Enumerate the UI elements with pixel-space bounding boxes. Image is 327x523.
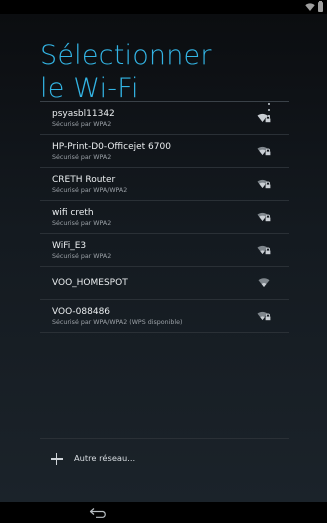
plus-icon xyxy=(51,453,63,465)
wifi-locked-icon xyxy=(257,146,271,156)
network-security: Sécurisé par WPA2 xyxy=(52,154,112,161)
battery-icon xyxy=(318,1,323,12)
network-security: Sécurisé par WPA/WPA2 xyxy=(52,187,128,194)
network-row-voo-homespot[interactable]: VOO_HOMESPOT xyxy=(40,267,289,300)
navigation-bar xyxy=(0,502,327,523)
network-security: Sécurisé par WPA2 xyxy=(52,220,112,227)
add-network-button[interactable]: Autre réseau... xyxy=(40,444,220,474)
page-title: Sélectionner le Wi-Fi xyxy=(40,39,212,105)
wifi-status-icon xyxy=(305,3,315,12)
title-line-1: Sélectionner xyxy=(40,40,212,71)
wifi-open-icon xyxy=(258,278,270,287)
network-ssid: VOO_HOMESPOT xyxy=(52,278,128,288)
network-ssid: VOO-088486 xyxy=(52,307,111,317)
status-bar xyxy=(0,0,327,14)
network-row-creth-router[interactable]: CRETH Router Sécurisé par WPA/WPA2 xyxy=(40,168,289,201)
network-ssid: WiFi_E3 xyxy=(52,241,87,251)
network-ssid: HP-Print-D0-Officejet 6700 xyxy=(52,142,171,152)
network-row-wifi-creth[interactable]: wifi creth Sécurisé par WPA2 xyxy=(40,201,289,234)
status-icons xyxy=(305,1,323,12)
add-network-label: Autre réseau... xyxy=(74,453,136,463)
network-row-hp-print[interactable]: HP-Print-D0-Officejet 6700 Sécurisé par … xyxy=(40,135,289,168)
wifi-locked-icon xyxy=(257,179,271,189)
network-ssid: psyasbl11342 xyxy=(52,109,115,119)
network-security: Sécurisé par WPA2 xyxy=(52,121,112,128)
network-row-wifi-e3[interactable]: WiFi_E3 Sécurisé par WPA2 xyxy=(40,234,289,267)
network-security: Sécurisé par WPA2 xyxy=(52,253,112,260)
footer-divider xyxy=(40,438,289,439)
network-list: psyasbl11342 Sécurisé par WPA2 HP-Print-… xyxy=(40,102,289,333)
network-ssid: wifi creth xyxy=(52,208,94,218)
network-row-psyasbl11342[interactable]: psyasbl11342 Sécurisé par WPA2 xyxy=(40,102,289,135)
network-security: Sécurisé par WPA/WPA2 (WPS disponible) xyxy=(52,319,183,326)
network-ssid: CRETH Router xyxy=(52,175,116,185)
wifi-locked-icon xyxy=(257,113,271,123)
wifi-locked-icon xyxy=(257,311,271,321)
network-row-voo-088486[interactable]: VOO-088486 Sécurisé par WPA/WPA2 (WPS di… xyxy=(40,300,289,333)
wifi-locked-icon xyxy=(257,245,271,255)
back-icon[interactable] xyxy=(88,507,110,518)
wifi-locked-icon xyxy=(257,212,271,222)
